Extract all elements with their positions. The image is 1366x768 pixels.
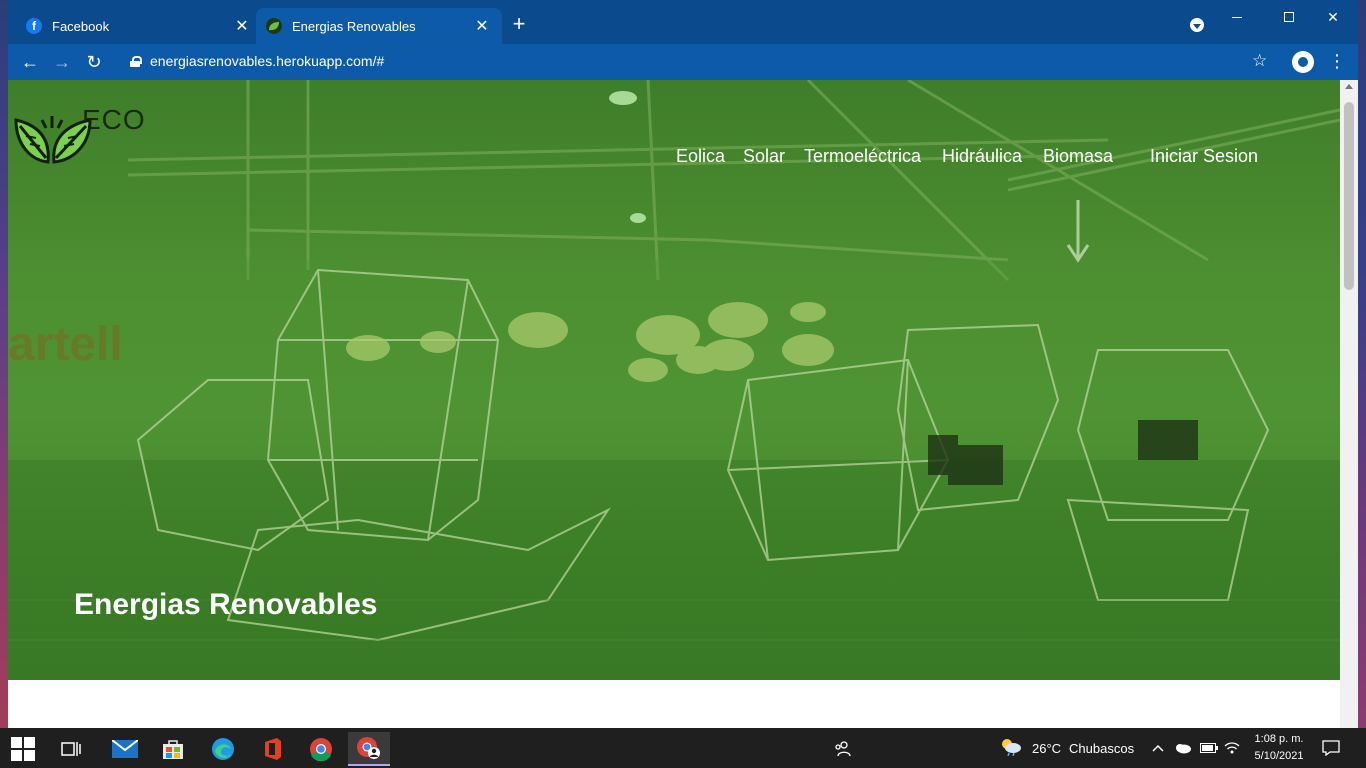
close-tab-icon[interactable]: ✕ <box>472 16 492 36</box>
desktop-background-right <box>1358 0 1366 728</box>
close-tab-icon[interactable]: ✕ <box>232 16 252 36</box>
page-scrollbar[interactable] <box>1340 80 1358 728</box>
menu-kebab-icon[interactable]: ⋮ <box>1328 51 1346 72</box>
system-clock[interactable]: 1:08 p. m. 5/10/2021 <box>1248 731 1310 765</box>
scroll-thumb[interactable] <box>1344 102 1354 290</box>
back-arrow-icon[interactable]: ← <box>18 50 42 74</box>
bookmark-star-icon[interactable]: ☆ <box>1252 51 1267 71</box>
maximize-button[interactable] <box>1266 6 1312 28</box>
tab-facebook[interactable]: f Facebook ✕ <box>16 8 262 44</box>
tab-title: Energias Renovables <box>292 18 416 34</box>
eco-leaf-icon <box>266 18 282 34</box>
url-text: energiasrenovables.herokuapp.com/# <box>150 53 385 69</box>
weather-condition: Chubascos <box>1069 740 1135 756</box>
profile-avatar-icon[interactable] <box>1292 51 1314 73</box>
chrome-profile-icon[interactable] <box>348 732 390 766</box>
weather-widget[interactable]: 26°C Chubascos <box>1000 728 1134 768</box>
onedrive-cloud-icon[interactable] <box>1174 728 1192 768</box>
notification-center-icon[interactable] <box>1322 728 1340 768</box>
forward-arrow-icon[interactable]: → <box>50 50 74 74</box>
minimize-button[interactable] <box>1214 6 1260 28</box>
office-icon[interactable] <box>252 732 294 766</box>
page-viewport: artell ECO Eolica Solar Termoeléctrica H… <box>8 80 1340 728</box>
edge-browser-icon[interactable] <box>202 732 244 766</box>
nav-link-iniciar-sesion[interactable]: Iniciar Sesion <box>1150 146 1258 167</box>
hero-title: Energias Renovables <box>74 588 378 621</box>
nav-link-solar[interactable]: Solar <box>743 146 785 167</box>
scroll-up-arrow-icon[interactable] <box>1345 84 1353 89</box>
tab-bar: f Facebook ✕ Energias Renovables ✕ + ✕ <box>8 0 1358 44</box>
eco-leaf-logo-icon[interactable] <box>8 80 96 168</box>
desktop-background-left <box>0 0 8 728</box>
nav-link-eolica[interactable]: Eolica <box>676 146 725 167</box>
facebook-icon: f <box>26 18 42 34</box>
mail-icon[interactable] <box>104 732 146 766</box>
browser-toolbar: ← → ↻ energiasrenovables.herokuapp.com/#… <box>8 44 1358 80</box>
windows-start-icon[interactable] <box>2 732 44 766</box>
tab-search-icon[interactable] <box>1190 18 1204 32</box>
close-window-button[interactable]: ✕ <box>1310 6 1356 28</box>
new-tab-button[interactable]: + <box>508 13 530 36</box>
address-bar[interactable]: energiasrenovables.herokuapp.com/# <box>130 53 384 69</box>
tab-title: Facebook <box>52 18 110 34</box>
nav-link-hidraulica[interactable]: Hidráulica <box>942 146 1022 167</box>
clock-time: 1:08 p. m. <box>1254 733 1304 745</box>
task-view-icon[interactable] <box>50 732 92 766</box>
tab-energias-renovables[interactable]: Energias Renovables ✕ <box>256 8 502 44</box>
people-icon[interactable] <box>822 732 864 766</box>
microsoft-store-icon[interactable] <box>152 732 194 766</box>
lock-icon <box>130 55 142 67</box>
reload-icon[interactable]: ↻ <box>82 50 106 74</box>
weather-rain-cloud-icon <box>1000 738 1022 759</box>
clock-date: 5/10/2021 <box>1254 750 1304 762</box>
browser-window: f Facebook ✕ Energias Renovables ✕ + ✕ ←… <box>8 0 1358 728</box>
weather-temperature: 26°C <box>1032 740 1062 756</box>
chrome-icon[interactable] <box>300 732 342 766</box>
wifi-icon[interactable] <box>1224 728 1240 768</box>
hero-banner: artell ECO Eolica Solar Termoeléctrica H… <box>8 80 1340 680</box>
windows-taskbar: 26°C Chubascos 1:08 p. m. 5/10/2021 <box>0 728 1366 768</box>
nav-link-termoelectrica[interactable]: Termoeléctrica <box>804 146 921 167</box>
svg-text:artell: artell <box>8 318 123 371</box>
nav-link-biomasa[interactable]: Biomasa <box>1043 146 1113 167</box>
tray-chevron-up-icon[interactable] <box>1152 728 1164 768</box>
battery-icon[interactable] <box>1200 728 1218 768</box>
